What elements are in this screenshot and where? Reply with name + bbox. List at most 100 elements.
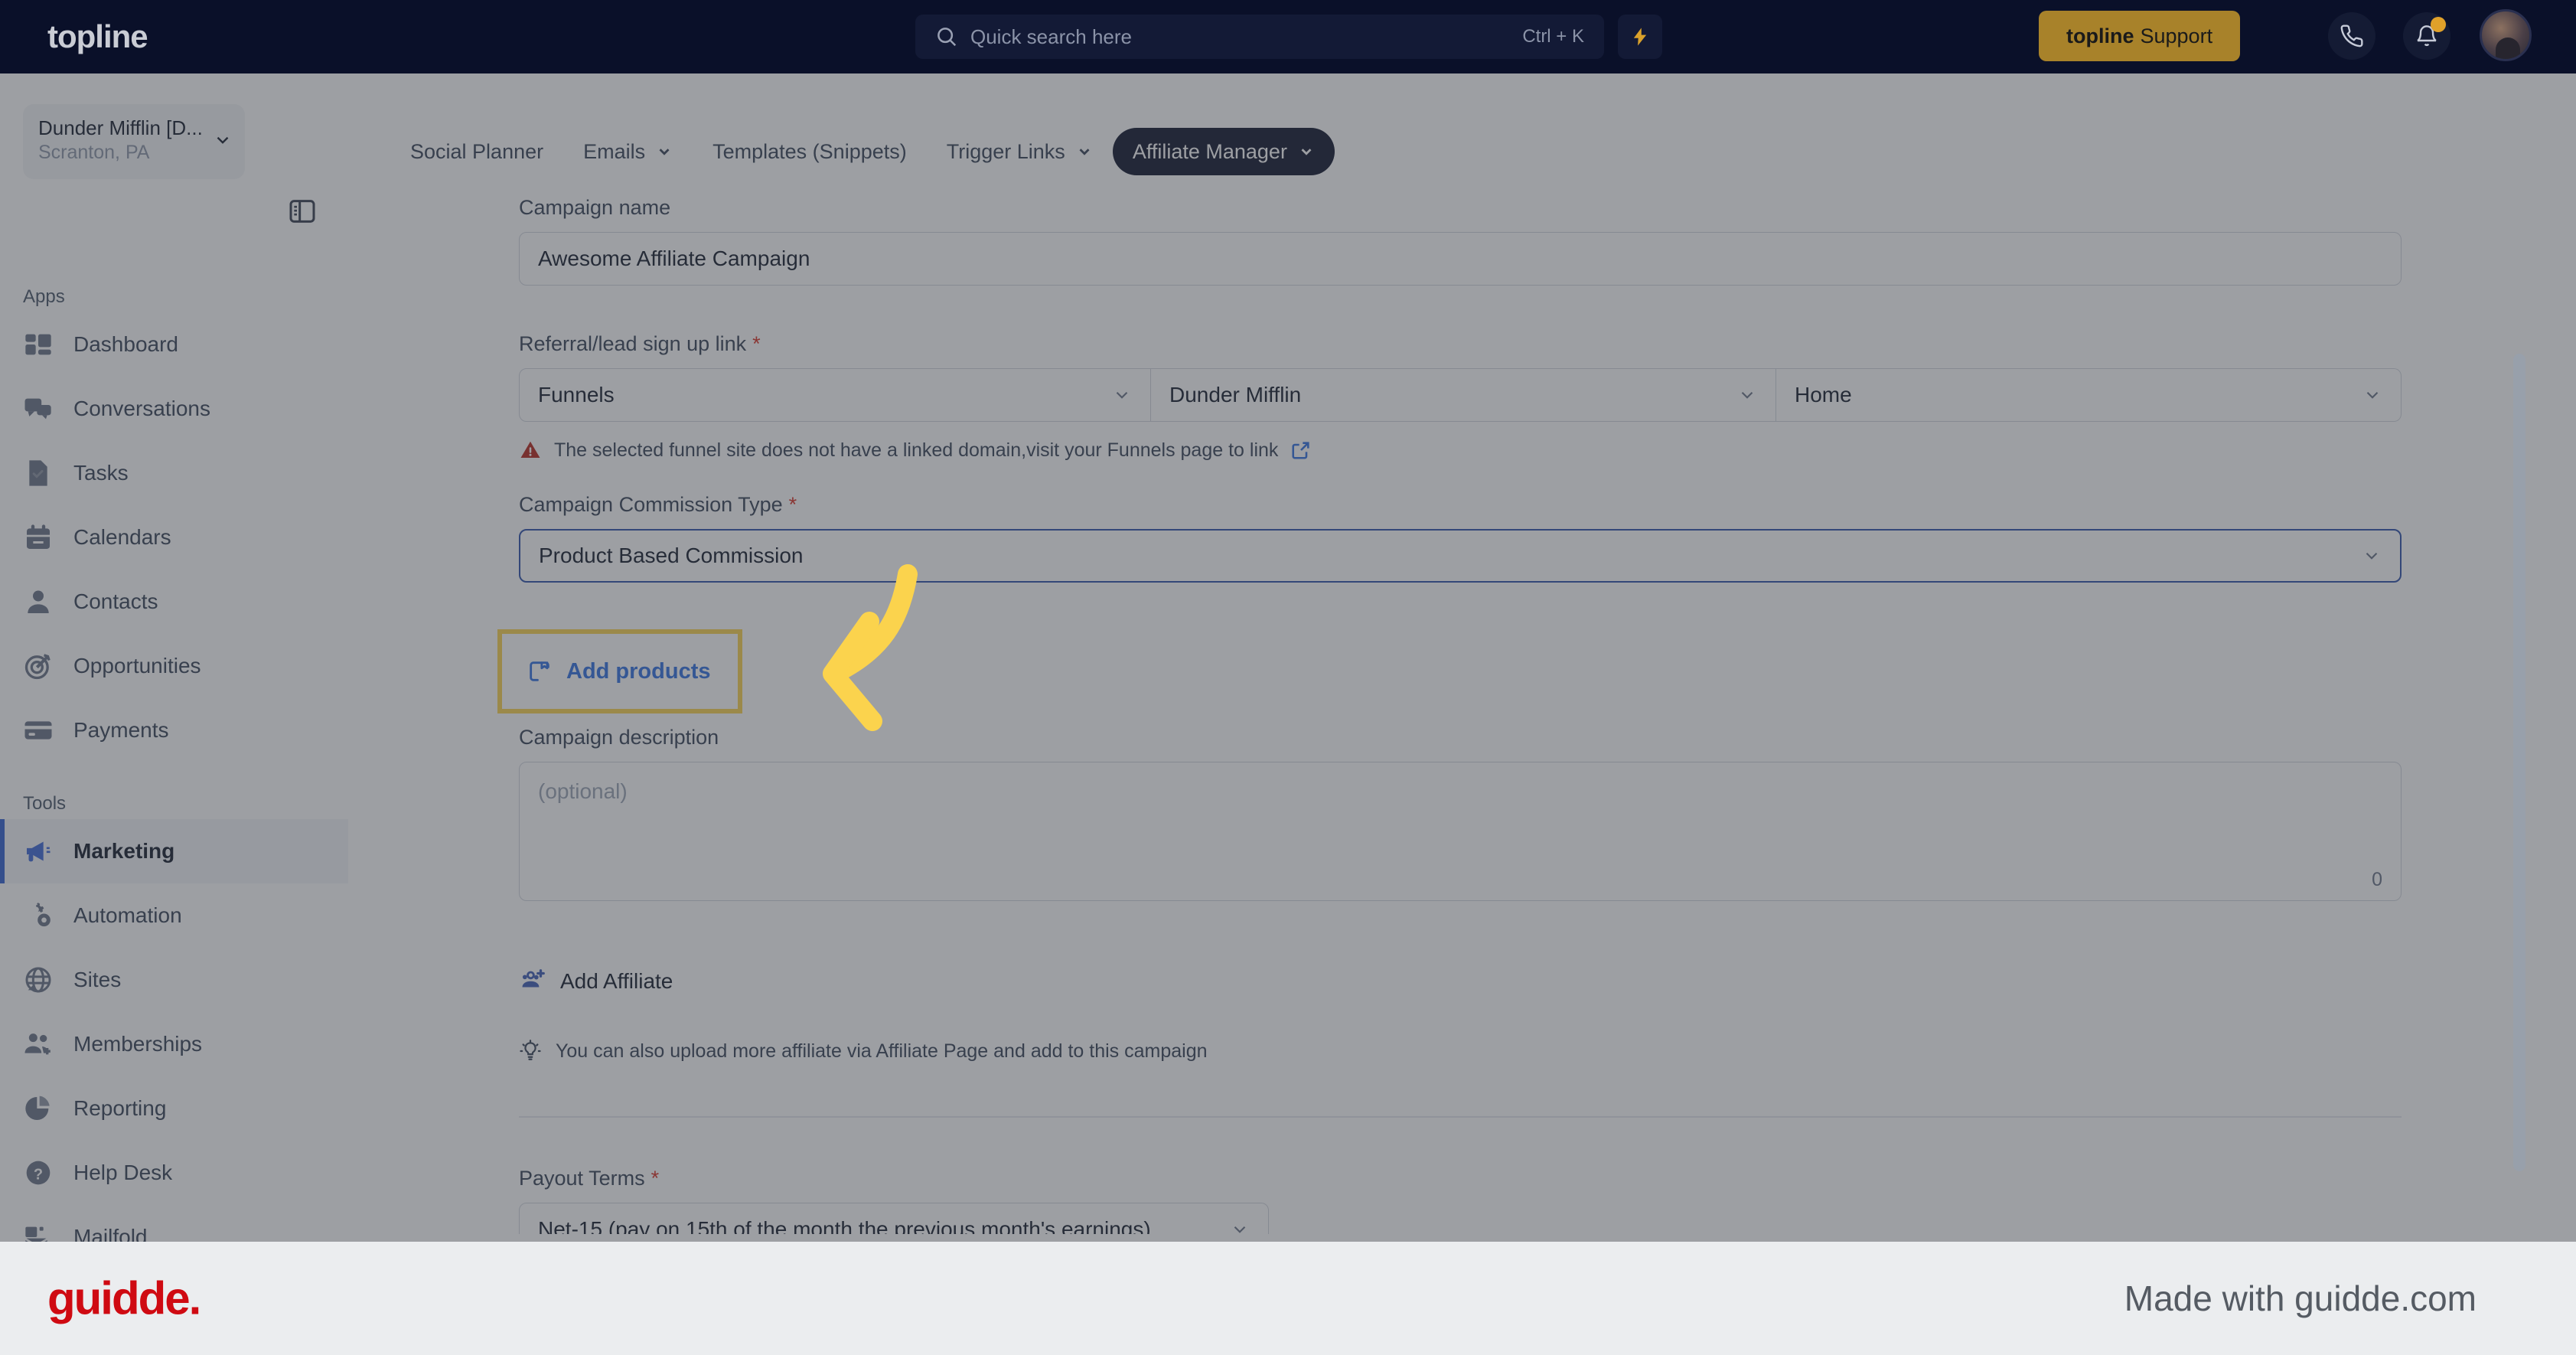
sidebar-section-title: Apps [23, 286, 65, 307]
sidebar-item-label: Dashboard [73, 332, 178, 356]
phone-button[interactable] [2328, 12, 2375, 60]
sidebar-item-help-desk[interactable]: ? Help Desk [0, 1141, 348, 1205]
sidebar-item-opportunities[interactable]: Opportunities [0, 634, 348, 698]
support-brand: topline [2066, 24, 2134, 47]
field-label-text: Campaign Commission Type [519, 493, 783, 516]
package-icon [530, 661, 549, 681]
hint-text: You can also upload more affiliate via A… [556, 1040, 1208, 1062]
sidebar-item-marketing[interactable]: Marketing [0, 819, 348, 883]
field-campaign-name: Campaign name [519, 196, 2402, 286]
field-label-text: Referral/lead sign up link [519, 332, 747, 355]
lightbulb-icon [520, 1040, 541, 1060]
sidebar-item-label: Help Desk [73, 1161, 173, 1184]
required-marker: * [651, 1167, 660, 1190]
sidebar-item-contacts[interactable]: Contacts [0, 570, 348, 634]
panel-toggle-icon[interactable] [287, 196, 318, 227]
tasks-icon [23, 458, 54, 488]
sidebar-section-tools: Tools Marketing Automation Sites Members… [0, 785, 348, 1269]
tab-trigger-links[interactable]: Trigger Links [927, 128, 1113, 175]
commission-type-select[interactable]: Product Based Commission [519, 529, 2402, 583]
calendar-icon [23, 522, 54, 553]
sidebar-item-payments[interactable]: Payments [0, 698, 348, 762]
sidebar-section-apps: Apps Dashboard Conversations Tasks Calen… [0, 279, 348, 762]
payout-terms-select[interactable]: Net-15 (pay on 15th of the month the pre… [519, 1203, 1269, 1234]
sidebar-item-calendars[interactable]: Calendars [0, 505, 348, 570]
sidebar-item-label: Memberships [73, 1032, 203, 1056]
globe-icon [23, 965, 54, 995]
phone-icon [2340, 24, 2363, 47]
field-payout-terms: Payout Terms * Net-15 (pay on 15th of the… [519, 1167, 1269, 1234]
textarea-placeholder: (optional) [538, 779, 628, 803]
sidebar-item-sites[interactable]: Sites [0, 948, 348, 1012]
tab-label: Templates (Snippets) [712, 139, 907, 163]
campaign-name-input[interactable] [519, 232, 2402, 286]
search-input[interactable] [970, 24, 1523, 49]
referral-page-select[interactable]: Home [1776, 368, 2402, 422]
notifications-button[interactable] [2403, 12, 2450, 60]
sidebar-item-label: Payments [73, 718, 169, 742]
sidebar-item-automation[interactable]: Automation [0, 883, 348, 948]
tab-label: Emails [583, 139, 646, 163]
external-link-icon[interactable] [1290, 439, 1312, 461]
field-label: Campaign name [519, 196, 671, 219]
add-affiliate-label: Add Affiliate [560, 969, 673, 993]
sidebar-item-label: Marketing [73, 839, 175, 863]
campaign-description-textarea[interactable]: (optional) 0 [519, 762, 2402, 901]
sidebar-section-title: Tools [23, 793, 67, 814]
members-icon [23, 1029, 54, 1060]
chevron-down-icon [1116, 391, 1128, 399]
sidebar-item-tasks[interactable]: Tasks [0, 441, 348, 505]
sidebar-item-dashboard[interactable]: Dashboard [0, 312, 348, 377]
made-with-guidde-text: Made with guidde.com [2124, 1278, 2477, 1318]
add-products-label: Add products [566, 658, 711, 684]
support-button[interactable]: topline Support [2039, 11, 2241, 61]
app-root: Dunder Mifflin [D... Scranton, PA Apps D… [0, 0, 2576, 1355]
chevron-down-icon [1234, 1226, 1246, 1233]
sidebar-item-reporting[interactable]: Reporting [0, 1076, 348, 1141]
app-logo: topline [47, 18, 148, 54]
guidde-footer: guidde. Made with guidde.com [0, 1242, 2576, 1355]
affiliate-hint: You can also upload more affiliate via A… [519, 1040, 1208, 1063]
field-campaign-description: Campaign description (optional) 0 [519, 726, 2402, 901]
global-search[interactable]: Ctrl + K [915, 15, 1604, 59]
conversations-icon [23, 393, 54, 424]
section-divider [519, 1116, 2402, 1118]
tab-label: Social Planner [410, 139, 544, 163]
referral-link-selects: Funnels Dunder Mifflin Home [519, 368, 2402, 422]
tab-emails[interactable]: Emails [563, 128, 693, 175]
field-label: Campaign description [519, 726, 719, 749]
select-value: Funnels [538, 383, 615, 406]
referral-source-select[interactable]: Funnels [519, 368, 1151, 422]
tab-label: Affiliate Manager [1132, 139, 1287, 163]
gears-icon [23, 900, 54, 931]
org-switcher[interactable]: Dunder Mifflin [D... Scranton, PA [23, 104, 245, 179]
tab-templates-snippets[interactable]: Templates (Snippets) [693, 128, 927, 175]
question-circle-icon: ? [23, 1157, 54, 1188]
sidebar-item-conversations[interactable]: Conversations [0, 377, 348, 441]
tab-label: Trigger Links [946, 139, 1065, 163]
add-products-button[interactable]: Add products [497, 629, 742, 713]
required-marker: * [752, 332, 761, 355]
org-location: Scranton, PA [38, 142, 150, 163]
sidebar-item-label: Calendars [73, 525, 171, 549]
referral-funnel-select[interactable]: Dunder Mifflin [1151, 368, 1776, 422]
vertical-scrollbar-thumb[interactable] [2513, 354, 2525, 1171]
chevron-down-icon [1301, 149, 1312, 155]
support-label: Support [2140, 24, 2213, 47]
sidebar-item-memberships[interactable]: Memberships [0, 1012, 348, 1076]
select-value: Product Based Commission [539, 544, 804, 567]
field-label: Payout Terms * [519, 1167, 1269, 1190]
sidebar-item-label: Sites [73, 968, 122, 991]
quick-actions-button[interactable] [1618, 15, 1662, 59]
contacts-icon [23, 586, 54, 617]
select-value: Dunder Mifflin [1169, 383, 1302, 406]
tab-social-planner[interactable]: Social Planner [390, 128, 563, 175]
sidebar-item-label: Opportunities [73, 654, 201, 678]
credit-card-icon [23, 715, 54, 746]
add-affiliate-button[interactable]: Add Affiliate [519, 968, 673, 995]
avatar[interactable] [2480, 9, 2532, 61]
tab-affiliate-manager[interactable]: Affiliate Manager [1112, 128, 1335, 175]
field-referral-link: Referral/lead sign up link * Funnels Dund… [519, 332, 2402, 462]
sidebar-item-label: Conversations [73, 397, 210, 420]
dashboard-icon [23, 329, 54, 360]
